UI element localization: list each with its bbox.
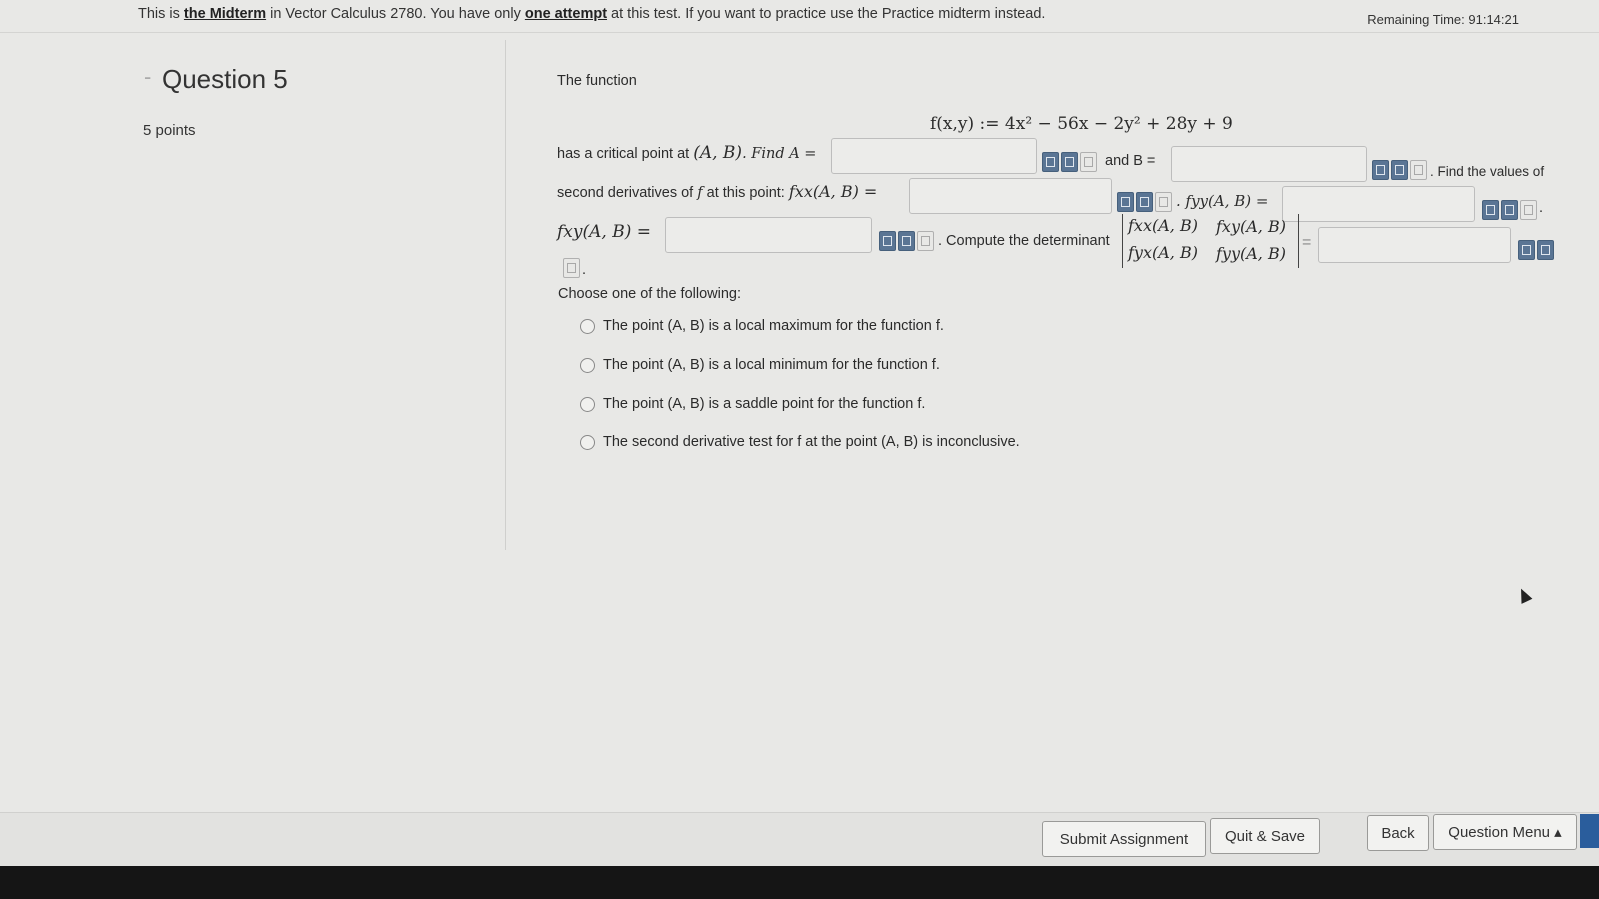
fyy-input[interactable] (1282, 186, 1475, 222)
doc-icon[interactable] (917, 231, 934, 251)
det-fxy: fxy(A, B) (1216, 217, 1286, 236)
critical-text: has a critical point at (557, 146, 694, 162)
notice-middle: in Vector Calculus 2780. You have only (266, 6, 525, 22)
a-tools (1042, 152, 1097, 172)
formula-icon[interactable] (898, 231, 915, 251)
formula-icon[interactable] (1501, 200, 1518, 220)
midterm-notice: This is the Midterm in Vector Calculus 2… (138, 6, 1045, 22)
option-local-max[interactable]: The point (A, B) is a local maximum for … (580, 318, 944, 334)
preview-icon[interactable] (1042, 152, 1059, 172)
fxy-label: fxy(A, B) = (557, 222, 651, 242)
fxy-input[interactable] (665, 217, 872, 253)
option-text: The point (A, B) is a local minimum for … (603, 357, 940, 373)
a-input[interactable] (831, 138, 1037, 174)
preview-icon[interactable] (1518, 240, 1535, 260)
fyy-label: . fyy(A, B) = (1176, 192, 1269, 210)
back-button[interactable]: Back (1367, 815, 1429, 851)
formula-icon[interactable] (1136, 192, 1153, 212)
option-text: The second derivative test for f at the … (603, 434, 1020, 450)
option-saddle[interactable]: The point (A, B) is a saddle point for t… (580, 396, 925, 412)
radio-local-min[interactable] (580, 357, 595, 373)
determinant-matrix: fxx(A, B) fxy(A, B) fyx(A, B) fyy(A, B) (1122, 214, 1299, 268)
choose-label: Choose one of the following: (558, 286, 741, 302)
option-text: The point (A, B) is a local maximum for … (603, 318, 944, 334)
question-points: 5 points (143, 122, 196, 139)
option-local-min[interactable]: The point (A, B) is a local minimum for … (580, 357, 940, 373)
quit-save-button[interactable]: Quit & Save (1210, 818, 1320, 854)
fyy-tools (1482, 200, 1537, 220)
find-values-text: . Find the values of (1430, 164, 1545, 179)
radio-inconclusive[interactable] (580, 434, 595, 450)
det-fxx: fxx(A, B) (1128, 216, 1198, 235)
submit-assignment-button[interactable]: Submit Assignment (1042, 821, 1206, 857)
b-tools (1372, 160, 1427, 180)
formula-icon[interactable] (1537, 240, 1554, 260)
next-button[interactable] (1580, 814, 1599, 848)
notice-prefix: This is (138, 6, 184, 22)
doc-icon[interactable] (1520, 200, 1537, 220)
formula-icon[interactable] (1061, 152, 1078, 172)
and-b-label: and B = (1105, 153, 1156, 169)
fxx-input[interactable] (909, 178, 1112, 214)
radio-local-max[interactable] (580, 318, 595, 334)
remaining-time: Remaining Time: 91:14:21 (1367, 12, 1519, 27)
intro-text: The function (557, 73, 637, 89)
det-fyy: fyy(A, B) (1216, 244, 1286, 263)
det-equals: = (1302, 234, 1312, 251)
critical-point-text: has a critical point at (A, B). Find A = (557, 143, 816, 163)
preview-icon[interactable] (1482, 200, 1499, 220)
preview-icon[interactable] (1117, 192, 1134, 212)
determinant-input[interactable] (1318, 227, 1511, 263)
question-title: Question 5 (162, 64, 288, 94)
period-1: . (1539, 200, 1544, 216)
find-a-label: . Find A = (742, 146, 817, 162)
question-menu-button[interactable]: Question Menu ▴ (1433, 814, 1577, 850)
ab-point: (A, B) (693, 143, 743, 163)
det-tools (1518, 240, 1554, 260)
compute-det-text: . Compute the determinant (938, 233, 1110, 249)
fxx-label: fxx(A, B) = (788, 182, 878, 201)
fxy-tools (879, 231, 934, 251)
preview-icon[interactable] (879, 231, 896, 251)
radio-saddle[interactable] (580, 396, 595, 412)
screen-bezel (0, 866, 1599, 899)
b-input[interactable] (1171, 146, 1367, 182)
doc-icon[interactable] (1410, 160, 1427, 180)
header-divider (0, 32, 1599, 33)
fxx-tools (1117, 192, 1172, 212)
second-derivs-label: second derivatives of (557, 185, 698, 201)
doc-icon[interactable] (563, 258, 580, 278)
collapse-dash[interactable]: - (144, 64, 151, 90)
mouse-cursor-icon (1515, 586, 1533, 604)
midterm-link[interactable]: the Midterm (184, 6, 266, 22)
doc-icon[interactable] (1155, 192, 1172, 212)
formula-icon[interactable] (1391, 160, 1408, 180)
det-fyx: fyx(A, B) (1128, 243, 1198, 262)
at-point-label: at this point: (702, 185, 789, 201)
period-2: . (582, 262, 587, 278)
option-text: The point (A, B) is a saddle point for t… (603, 396, 926, 412)
doc-icon[interactable] (1080, 152, 1097, 172)
option-inconclusive[interactable]: The second derivative test for f at the … (580, 434, 1020, 450)
second-derivs-text: second derivatives of f at this point: f… (557, 182, 877, 201)
det-doc-tools (563, 258, 580, 278)
one-attempt-link[interactable]: one attempt (525, 6, 607, 22)
bottom-toolbar (0, 812, 1599, 867)
preview-icon[interactable] (1372, 160, 1389, 180)
notice-suffix: at this test. If you want to practice us… (607, 6, 1046, 22)
function-expression: f(x,y) := 4x² − 56x − 2y² + 28y + 9 (930, 114, 1233, 134)
column-divider (505, 40, 506, 550)
